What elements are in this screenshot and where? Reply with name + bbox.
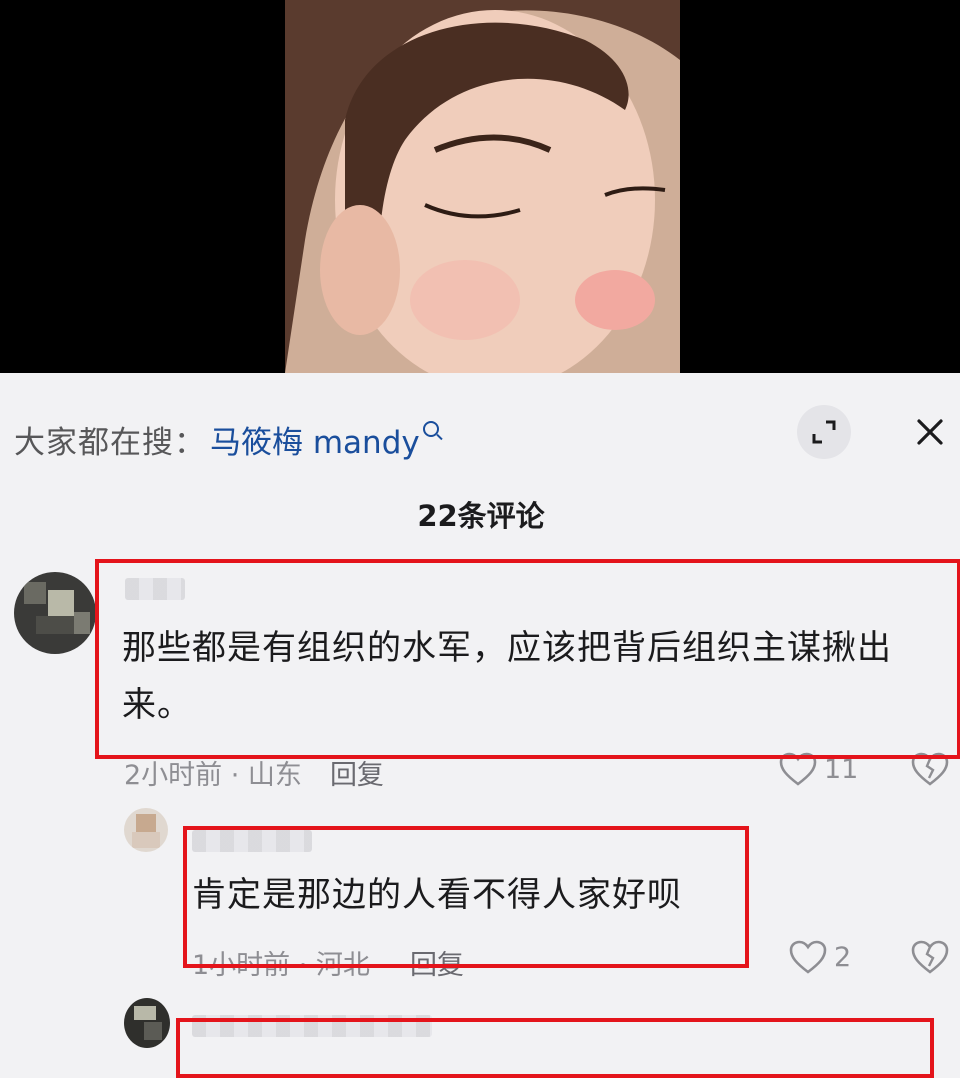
like-button[interactable]: 2 bbox=[788, 939, 851, 975]
username-blurred[interactable] bbox=[125, 578, 185, 600]
search-prefix-label: 大家都在搜： bbox=[14, 424, 206, 461]
search-icon[interactable] bbox=[422, 421, 439, 437]
comment-text: 那些都是有组织的水军，应该把背后组织主谋揪出 来。 bbox=[122, 620, 942, 734]
dislike-heart-icon bbox=[911, 752, 949, 786]
video-frame[interactable] bbox=[285, 0, 680, 373]
comment-text-line: 那些都是有组织的水军，应该把背后组织主谋揪出 bbox=[122, 628, 892, 668]
reply-button[interactable]: 回复 bbox=[410, 950, 464, 981]
dislike-heart-icon bbox=[911, 940, 949, 974]
comment-time-location: 2小时前 · 山东 bbox=[124, 760, 302, 791]
close-button[interactable] bbox=[903, 405, 957, 459]
comment-time-location: 1小时前 · 河北 bbox=[192, 950, 370, 981]
dislike-button[interactable] bbox=[910, 751, 950, 791]
video-player[interactable] bbox=[0, 0, 960, 373]
username-blurred[interactable] bbox=[192, 830, 312, 852]
comment-meta: 1小时前 · 河北 回复 bbox=[192, 943, 464, 982]
trending-search[interactable]: 大家都在搜： 马筱梅 mandy bbox=[14, 417, 439, 462]
avatar[interactable] bbox=[124, 808, 168, 852]
search-term-link[interactable]: 马筱梅 mandy bbox=[210, 417, 420, 462]
comment-count: 22条评论 bbox=[417, 499, 545, 533]
expand-icon bbox=[812, 420, 836, 444]
video-still-image bbox=[285, 0, 680, 373]
dislike-button[interactable] bbox=[910, 939, 950, 979]
expand-button[interactable] bbox=[797, 405, 851, 459]
comment-text: 肯定是那边的人看不得人家好呗 bbox=[192, 875, 682, 915]
avatar[interactable] bbox=[14, 572, 96, 654]
avatar[interactable] bbox=[124, 998, 170, 1048]
comment-text-line: 来。 bbox=[122, 685, 192, 725]
like-count: 11 bbox=[824, 753, 859, 785]
heart-icon bbox=[789, 940, 827, 974]
like-count: 2 bbox=[834, 941, 852, 973]
username-blurred[interactable] bbox=[192, 1015, 432, 1037]
comment-meta: 2小时前 · 山东 回复 bbox=[124, 753, 384, 792]
close-icon bbox=[917, 419, 943, 445]
heart-icon bbox=[779, 752, 817, 786]
reply-button[interactable]: 回复 bbox=[330, 760, 384, 791]
comment-sheet: 大家都在搜： 马筱梅 mandy 22条评论 那些都是有组织的水军，应该把背后组… bbox=[0, 373, 960, 1078]
like-button[interactable]: 11 bbox=[778, 751, 858, 787]
